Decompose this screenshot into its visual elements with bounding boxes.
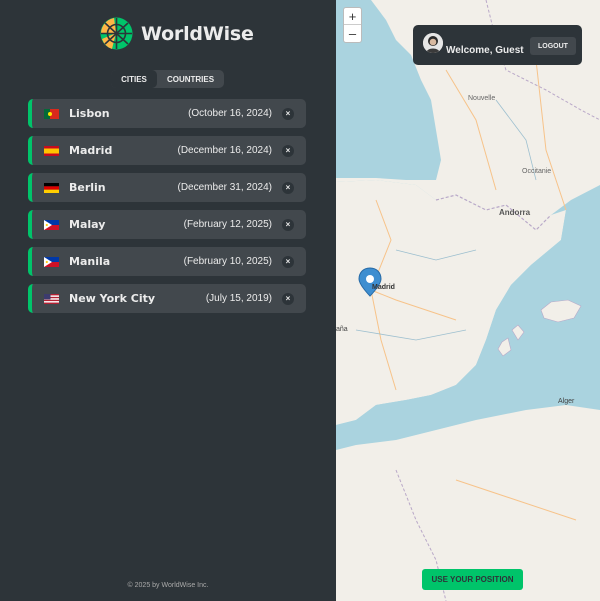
city-list: Lisbon (October 16, 2024) × Madrid (Dece…	[28, 99, 306, 321]
footer-copyright: © 2025 by WorldWise Inc.	[127, 582, 209, 589]
city-item-new-york-city[interactable]: New York City (July 15, 2019) ×	[28, 284, 306, 313]
city-date: (October 16, 2024)	[188, 108, 272, 119]
map[interactable]: Madrid Andorra Alger aña Nouvelle Occita…	[336, 0, 600, 601]
globe-logo-icon	[100, 17, 133, 50]
delete-city-button[interactable]: ×	[282, 292, 294, 305]
welcome-text: Welcome, Guest	[446, 45, 524, 56]
delete-city-button[interactable]: ×	[282, 218, 294, 231]
philippines-flag-icon	[44, 219, 59, 230]
city-date: (December 16, 2024)	[177, 145, 273, 156]
delete-city-button[interactable]: ×	[282, 181, 294, 194]
philippines-flag-icon	[44, 256, 59, 267]
avatar	[423, 33, 443, 53]
map-label-espana: aña	[336, 326, 348, 333]
map-label-nouvelle: Nouvelle	[468, 95, 496, 102]
city-name: New York City	[69, 292, 156, 305]
logout-button[interactable]: LOGOUT	[530, 37, 576, 55]
zoom-out-button[interactable]: –	[344, 25, 361, 42]
city-name: Madrid	[69, 144, 113, 157]
delete-city-button[interactable]: ×	[282, 107, 294, 120]
user-panel: Welcome, Guest LOGOUT	[413, 25, 582, 65]
use-position-button[interactable]: USE YOUR POSITION	[422, 569, 523, 590]
city-item-malay[interactable]: Malay (February 12, 2025) ×	[28, 210, 306, 239]
city-date: (July 15, 2019)	[205, 293, 272, 304]
delete-city-button[interactable]: ×	[282, 255, 294, 268]
app-name: WorldWise	[141, 22, 254, 45]
portugal-flag-icon	[44, 108, 59, 119]
map-label-madrid: Madrid	[372, 284, 395, 291]
city-item-lisbon[interactable]: Lisbon (October 16, 2024) ×	[28, 99, 306, 128]
zoom-in-button[interactable]: +	[344, 8, 361, 25]
sidebar: WorldWise CITIES COUNTRIES Lisbon (Octob…	[0, 0, 336, 601]
tab-cities[interactable]: CITIES	[111, 70, 157, 88]
tabs: CITIES COUNTRIES	[111, 70, 224, 88]
city-date: (December 31, 2024)	[177, 182, 273, 193]
app-logo[interactable]: WorldWise	[100, 17, 254, 50]
city-name: Malay	[69, 218, 106, 231]
city-name: Manila	[69, 255, 111, 268]
map-label-andorra: Andorra	[499, 208, 531, 217]
city-name: Lisbon	[69, 107, 110, 120]
map-tiles	[336, 0, 600, 601]
city-date: (February 12, 2025)	[183, 219, 272, 230]
germany-flag-icon	[44, 182, 59, 193]
map-label-alger: Alger	[558, 398, 575, 405]
spain-flag-icon	[44, 145, 59, 156]
city-date: (February 10, 2025)	[183, 256, 272, 267]
city-name: Berlin	[69, 181, 106, 194]
city-item-madrid[interactable]: Madrid (December 16, 2024) ×	[28, 136, 306, 165]
zoom-control: + –	[343, 7, 362, 43]
tab-countries[interactable]: COUNTRIES	[157, 70, 224, 88]
city-item-manila[interactable]: Manila (February 10, 2025) ×	[28, 247, 306, 276]
map-label-occitanie: Occitanie	[522, 168, 552, 175]
delete-city-button[interactable]: ×	[282, 144, 294, 157]
user-avatar-icon	[423, 33, 443, 53]
usa-flag-icon	[44, 293, 59, 304]
city-item-berlin[interactable]: Berlin (December 31, 2024) ×	[28, 173, 306, 202]
